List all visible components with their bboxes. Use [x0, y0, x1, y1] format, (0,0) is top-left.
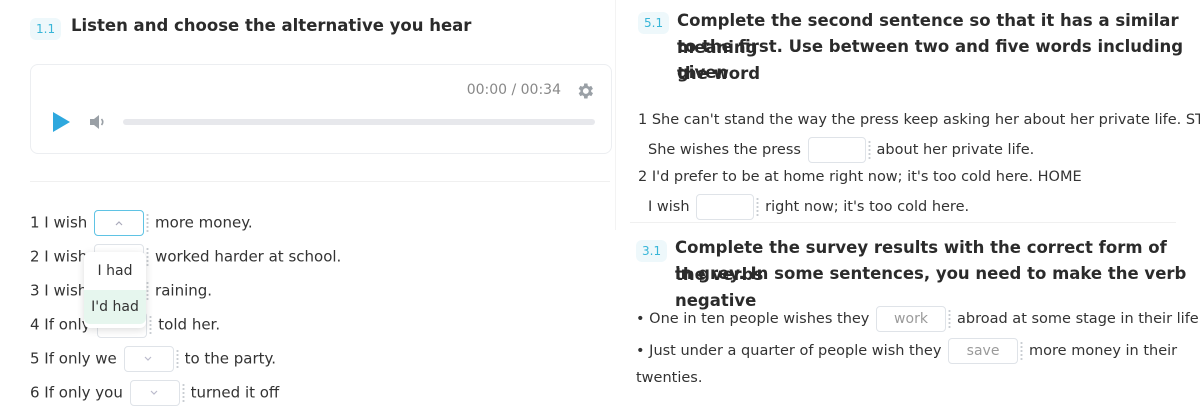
drag-handle[interactable] [1020, 341, 1024, 361]
verb-hint: save [966, 343, 1000, 359]
drag-handle[interactable] [146, 213, 150, 233]
chevron-up-icon [115, 221, 123, 226]
list-item: 5 If only we to the party. [30, 346, 276, 372]
dropdown-option-highlighted[interactable]: I'd had [84, 290, 146, 324]
volume-icon[interactable] [89, 113, 107, 131]
drag-handle[interactable] [146, 281, 150, 301]
sentence-prefix: • Just under a quarter of people wish th… [636, 343, 942, 359]
verb-input[interactable]: work [876, 306, 946, 332]
list-item: 1 I wish more money. [30, 210, 253, 236]
audio-time: 00:00 / 00:34 [466, 82, 561, 98]
list-item: 6 If only you turned it off [30, 380, 279, 406]
divider [630, 222, 1176, 223]
survey-sentence: • One in ten people wishes they work abro… [636, 306, 1200, 332]
item-prefix: 4 If only [30, 315, 91, 334]
answer-input[interactable] [807, 137, 866, 163]
item-prefix: 1 I wish [30, 213, 88, 232]
exercise-title-line: given [677, 63, 729, 82]
question-answer-line: I wish right now; it's too cold here. [648, 194, 969, 220]
answer-input[interactable] [696, 194, 755, 220]
question-text: 1 She can't stand the way the press keep… [638, 112, 1200, 128]
item-suffix: turned it off [190, 383, 280, 402]
list-item: 2 I wish worked harder at school. [30, 244, 341, 270]
item-prefix: 5 If only we [30, 349, 117, 368]
section-badge: 1.1 [30, 18, 62, 40]
drag-handle[interactable] [948, 309, 951, 329]
chevron-down-icon [150, 390, 158, 395]
verb-input[interactable]: save [948, 338, 1019, 364]
answer-prefix: I wish [648, 199, 690, 215]
chevron-down-icon [144, 356, 151, 361]
exercise-title: Listen and choose the alternative you he… [71, 16, 472, 35]
answer-prefix: She wishes the press [648, 142, 801, 158]
drag-handle[interactable] [867, 140, 871, 160]
section-badge: 5.1 [638, 12, 670, 34]
audio-player: 00:00 / 00:34 [30, 64, 612, 154]
question-text: 2 I'd prefer to be at home right now; it… [638, 169, 1082, 185]
item-suffix: told her. [158, 315, 221, 334]
item-prefix: 3 I wish [30, 281, 88, 300]
answer-suffix: right now; it's too cold here. [765, 199, 970, 215]
sentence-prefix: • One in ten people wishes they [636, 311, 870, 327]
answer-select-open[interactable] [94, 210, 145, 236]
sentence-suffix: abroad at some stage in their life. [957, 311, 1200, 327]
gear-icon[interactable] [575, 81, 595, 101]
survey-sentence: • Just under a quarter of people wish th… [636, 338, 1177, 364]
audio-progress-bar[interactable] [123, 119, 595, 125]
sentence-suffix: more money in their [1029, 343, 1178, 359]
section-badge: 3.1 [636, 240, 668, 262]
drag-handle[interactable] [756, 197, 760, 217]
divider [30, 181, 610, 182]
answer-dropdown-menu: I had I'd had [84, 252, 146, 328]
dropdown-option[interactable]: I had [84, 254, 146, 288]
drag-handle[interactable] [181, 383, 185, 403]
item-prefix: 6 If only you [30, 383, 123, 402]
play-icon[interactable] [51, 111, 71, 133]
drag-handle[interactable] [149, 315, 153, 335]
drag-handle[interactable] [175, 349, 179, 369]
question-answer-line: She wishes the press about her private l… [648, 137, 1034, 163]
answer-suffix: about her private life. [876, 142, 1035, 158]
item-suffix: worked harder at school. [155, 247, 342, 266]
item-prefix: 2 I wish [30, 247, 88, 266]
item-suffix: raining. [155, 281, 213, 300]
verb-hint: work [894, 311, 928, 327]
column-divider [615, 0, 616, 230]
answer-select[interactable] [129, 380, 180, 406]
drag-handle[interactable] [146, 247, 150, 267]
sentence-continuation: twenties. [636, 370, 703, 386]
exercise-title-line: to the first. Use between two and five w… [677, 37, 1184, 83]
item-suffix: to the party. [184, 349, 277, 368]
item-suffix: more money. [155, 213, 253, 232]
answer-select[interactable] [123, 346, 174, 372]
